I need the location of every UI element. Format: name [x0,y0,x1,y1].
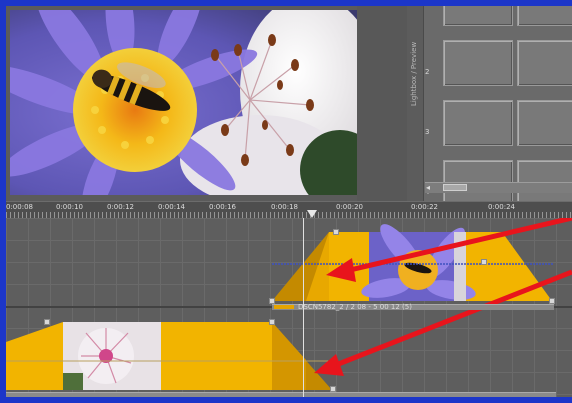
storyboard-slot[interactable] [517,6,572,26]
storyboard-slot[interactable] [443,100,513,146]
preview-monitor [10,10,357,195]
preview-side-panel [357,6,407,201]
ruler-timecode: 0:00:14 [158,203,185,211]
clip-handle[interactable] [44,319,50,325]
upper-clip-thumbnail [361,224,476,301]
storyboard-row-number: 2 [425,68,430,76]
ruler-timecode: 0:00:12 [107,203,134,211]
scrollbar-thumb[interactable] [443,184,467,191]
storyboard-scrollbar[interactable]: ◂ [425,182,572,193]
lower-clip-body [161,322,272,390]
timeline-ruler[interactable]: 0:00:08 0:00:10 0:00:12 0:00:14 0:00:16 … [6,201,572,219]
playhead-line[interactable] [303,218,304,397]
upper-clip-title: DSCN5782_2 / 2 08 - 5 00 12 (5) [298,303,412,311]
storyboard-row-number: 3 [425,128,430,136]
lower-clip-bar[interactable] [6,392,336,397]
preview-image [10,10,357,195]
storyboard-slot[interactable] [443,6,513,26]
ruler-timecode: 0:00:20 [336,203,363,211]
scroll-left-arrow-icon[interactable]: ◂ [426,183,430,192]
keyframe-handle[interactable] [481,259,487,265]
timeline-tracks[interactable]: DSCN5782_2 / 2 08 - 5 00 12 (5) [6,218,572,397]
storyboard-slot[interactable] [517,40,572,86]
lower-track-bar[interactable] [336,392,556,397]
playhead-marker[interactable] [307,210,317,218]
ruler-timecode: 0:00:22 [411,203,438,211]
ruler-timecode: 0:00:08 [6,203,33,211]
lower-clip-thumbnail [63,322,161,390]
storyboard-slot[interactable] [517,100,572,146]
storyboard-label-strip: Lightbox / Preview [407,6,424,201]
lower-clip-body-left [6,342,63,390]
storyboard-panel: Lightbox / Preview 2 3 4 ◂ [407,6,572,206]
storyboard-vertical-label: Lightbox / Preview [410,41,418,106]
ruler-timecode: 0:00:24 [488,203,515,211]
ruler-timecode: 0:00:10 [56,203,83,211]
clip-handle[interactable] [269,319,275,325]
ruler-timecode: 0:00:18 [271,203,298,211]
storyboard-slot[interactable] [443,40,513,86]
clip-handle[interactable] [333,229,339,235]
blue-frame: Lightbox / Preview 2 3 4 ◂ 0:00:08 0:00:… [0,0,572,403]
clip-bar-accent [274,305,294,309]
ruler-timecode: 0:00:16 [209,203,236,211]
video-editor-window: Lightbox / Preview 2 3 4 ◂ 0:00:08 0:00:… [6,6,572,397]
